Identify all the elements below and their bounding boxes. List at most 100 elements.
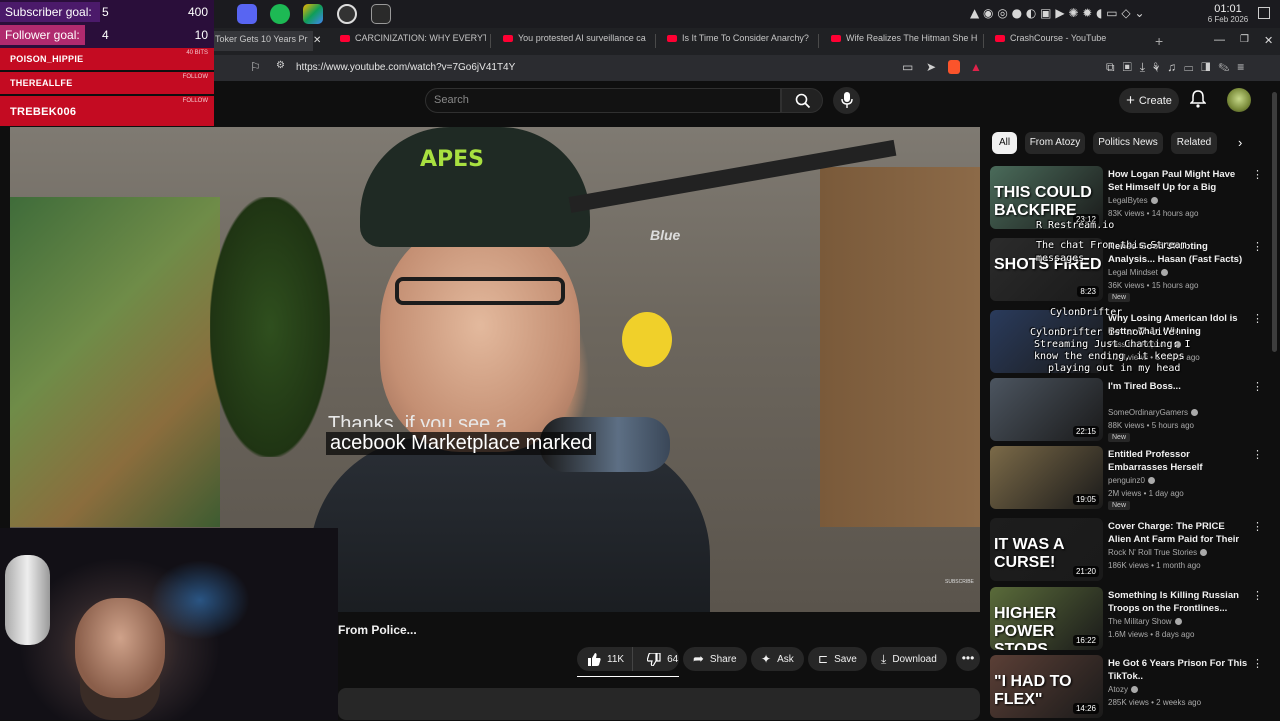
recommendation-card[interactable]: THIS COULD BACKFIRE 23:12 How Logan Paul M… xyxy=(990,166,1263,232)
recommendation-card[interactable]: 19:05 Entitled Professor Embarrasses Hers… xyxy=(990,446,1263,512)
recommendation-thumbnail[interactable]: IT WAS A CURSE! 21:20 xyxy=(990,518,1103,581)
recommendation-title[interactable]: Something Is Killing Russian Troops on t… xyxy=(1108,589,1248,615)
tray-icons[interactable]: ▲ ◉ ◎ ● ◐ ▣ ▶ ✺ ✹ ◖ ▭ ◇ ⌄ xyxy=(970,6,1145,20)
tab-title: Wife Realizes The Hitman She H xyxy=(846,33,978,43)
davinci-icon[interactable] xyxy=(371,4,391,24)
minimize-icon[interactable]: — xyxy=(1214,34,1225,46)
chip-all[interactable]: All xyxy=(992,132,1017,154)
recommendation-channel[interactable]: LegalBytes xyxy=(1108,196,1158,205)
recommendation-title[interactable]: How Logan Paul Might Have Set Himself Up… xyxy=(1108,168,1248,194)
send-icon[interactable]: ➤ xyxy=(926,60,936,74)
subscribe-watermark[interactable]: SUBSCRIBE xyxy=(945,579,974,585)
more-options-icon[interactable]: ⋮ xyxy=(1252,657,1263,670)
browser-tab[interactable]: CrashCourse - YouTube xyxy=(995,33,1143,51)
more-options-icon[interactable]: ⋮ xyxy=(1252,312,1263,325)
more-actions-button[interactable]: ••• xyxy=(956,647,980,671)
chat-line: messages xyxy=(1036,253,1085,264)
recommendation-title[interactable]: Cover Charge: The PRICE Alien Ant Farm P… xyxy=(1108,520,1248,546)
youtube-favicon-icon xyxy=(667,35,677,43)
recommendation-channel[interactable]: Legal Mindset xyxy=(1108,268,1168,277)
notification-icon[interactable] xyxy=(1258,7,1270,19)
ask-button[interactable]: ✦ Ask xyxy=(751,647,804,671)
clock-date: 6 Feb 2026 xyxy=(1207,15,1249,24)
brave-rewards-icon[interactable]: ▲ xyxy=(970,60,982,74)
presenter-glasses xyxy=(395,277,565,305)
tab-title: CrashCourse - YouTube xyxy=(1010,33,1107,43)
recommendation-card[interactable]: "I HAD TO FLEX" 14:26 He Got 6 Years Priso… xyxy=(990,655,1263,721)
like-button[interactable]: 11K xyxy=(577,647,634,671)
search-box[interactable] xyxy=(425,88,781,113)
recommendation-card[interactable]: IT WAS A CURSE! 21:20 Cover Charge: The PR… xyxy=(990,518,1263,584)
more-options-icon[interactable]: ⋮ xyxy=(1252,168,1263,181)
save-button[interactable]: ⊏ Save xyxy=(808,647,867,671)
browser-tab-active[interactable]: Toker Gets 10 Years Pr xyxy=(213,31,313,51)
create-button[interactable]: + Create xyxy=(1119,88,1179,113)
spotify-icon[interactable] xyxy=(270,4,290,24)
page-scrollbar[interactable] xyxy=(1272,92,1277,352)
search-input[interactable]: Search xyxy=(434,94,469,106)
recommendation-channel[interactable]: Rock N' Roll True Stories xyxy=(1108,548,1208,557)
more-options-icon[interactable]: ⋮ xyxy=(1252,448,1263,461)
more-options-icon[interactable]: ⋮ xyxy=(1252,240,1263,253)
restore-icon[interactable]: ❐ xyxy=(1240,34,1249,45)
browser-tab[interactable]: Wife Realizes The Hitman She H xyxy=(831,33,979,51)
search-button[interactable] xyxy=(781,88,823,113)
chat-line: R Restream.io xyxy=(1036,220,1115,231)
goal-target: 400 xyxy=(187,5,208,19)
goal-current: 4 xyxy=(102,28,109,42)
webcam-blue-light xyxy=(150,560,250,640)
thumbs-up-icon xyxy=(588,652,601,666)
recommendation-thumbnail[interactable]: 22:15 xyxy=(990,378,1103,441)
chip-from-atozy[interactable]: From Atozy xyxy=(1025,132,1085,154)
more-options-icon[interactable]: ⋮ xyxy=(1252,520,1263,533)
bookmark-icon[interactable]: ⚐ xyxy=(250,60,261,74)
follower-goal: Follower goal: 4 10 xyxy=(0,26,214,48)
obs-icon[interactable] xyxy=(337,4,357,24)
browser-tab[interactable]: CARCINIZATION: WHY EVERYTHI xyxy=(340,33,486,51)
recommendation-meta: 88K views • 5 hours ago xyxy=(1108,421,1194,430)
more-options-icon[interactable]: ⋮ xyxy=(1252,589,1263,602)
recommendation-title[interactable]: He Got 6 Years Prison For This TikTok.. xyxy=(1108,657,1248,683)
discord-icon[interactable] xyxy=(237,4,257,24)
recommendation-title[interactable]: I'm Tired Boss... xyxy=(1108,380,1248,406)
site-settings-icon[interactable]: ⚙ xyxy=(276,60,285,71)
recommendation-channel[interactable]: SomeOrdinaryGamers xyxy=(1108,408,1199,417)
chevron-right-icon[interactable]: › xyxy=(1238,135,1242,150)
chip-politics-news[interactable]: Politics News xyxy=(1093,132,1163,154)
chip-related[interactable]: Related xyxy=(1171,132,1217,154)
browser-tab[interactable]: Is It Time To Consider Anarchy? xyxy=(667,33,813,51)
more-options-icon[interactable]: ⋮ xyxy=(1252,380,1263,393)
browser-tab[interactable]: You protested AI surveillance ca xyxy=(503,33,649,51)
notifications-bell-icon[interactable] xyxy=(1189,90,1210,110)
voice-search-button[interactable] xyxy=(833,87,860,114)
url-field[interactable]: https://www.youtube.com/watch?v=7Go6jV41… xyxy=(296,62,515,73)
layers-app-icon[interactable] xyxy=(303,4,323,24)
extensions-icons[interactable]: ⧉▣⤓⚘♫▭◨✎≡ xyxy=(1106,60,1252,75)
verified-check-icon xyxy=(1174,618,1182,626)
recommendation-channel[interactable]: penguinz0 xyxy=(1108,476,1155,485)
ask-label: Ask xyxy=(777,653,794,665)
tab-title: You protested AI surveillance ca xyxy=(518,33,646,43)
download-button[interactable]: ⤓ Download xyxy=(871,647,947,671)
recommendation-thumbnail[interactable]: "I HAD TO FLEX" 14:26 xyxy=(990,655,1103,718)
recommendation-channel[interactable]: Atozy xyxy=(1108,685,1139,694)
brave-shield-icon[interactable] xyxy=(948,60,960,74)
new-tab-icon[interactable]: + xyxy=(1155,33,1163,49)
recommendation-title[interactable]: Entitled Professor Embarrasses Herself xyxy=(1108,448,1248,474)
description-box[interactable] xyxy=(338,688,980,720)
recommendation-meta: 1.6M views • 8 days ago xyxy=(1108,630,1195,639)
cast-icon[interactable]: ▭ xyxy=(902,60,913,74)
recommendation-channel[interactable]: The Military Show xyxy=(1108,617,1182,626)
close-tab-icon[interactable]: ✕ xyxy=(313,35,321,46)
bookmark-save-icon: ⊏ xyxy=(818,652,829,666)
tab-title: CARCINIZATION: WHY EVERYTHI xyxy=(355,33,486,43)
subscriber-goal: Subscriber goal: 5 400 xyxy=(0,3,214,25)
close-window-icon[interactable]: ✕ xyxy=(1264,34,1273,47)
share-button[interactable]: ➦ Share xyxy=(683,647,747,671)
recommendation-card[interactable]: HIGHER POWER STOPS RUSSIA16:22Something … xyxy=(990,587,1263,653)
recommendation-card[interactable]: 22:15 I'm Tired Boss... SomeOrdinaryGamers… xyxy=(990,378,1263,444)
recommendation-thumbnail[interactable]: HIGHER POWER STOPS RUSSIA16:22 xyxy=(990,587,1103,650)
account-avatar[interactable] xyxy=(1227,88,1251,112)
recommendation-thumbnail[interactable]: 19:05 xyxy=(990,446,1103,509)
dislike-button[interactable]: 64 xyxy=(639,647,686,671)
